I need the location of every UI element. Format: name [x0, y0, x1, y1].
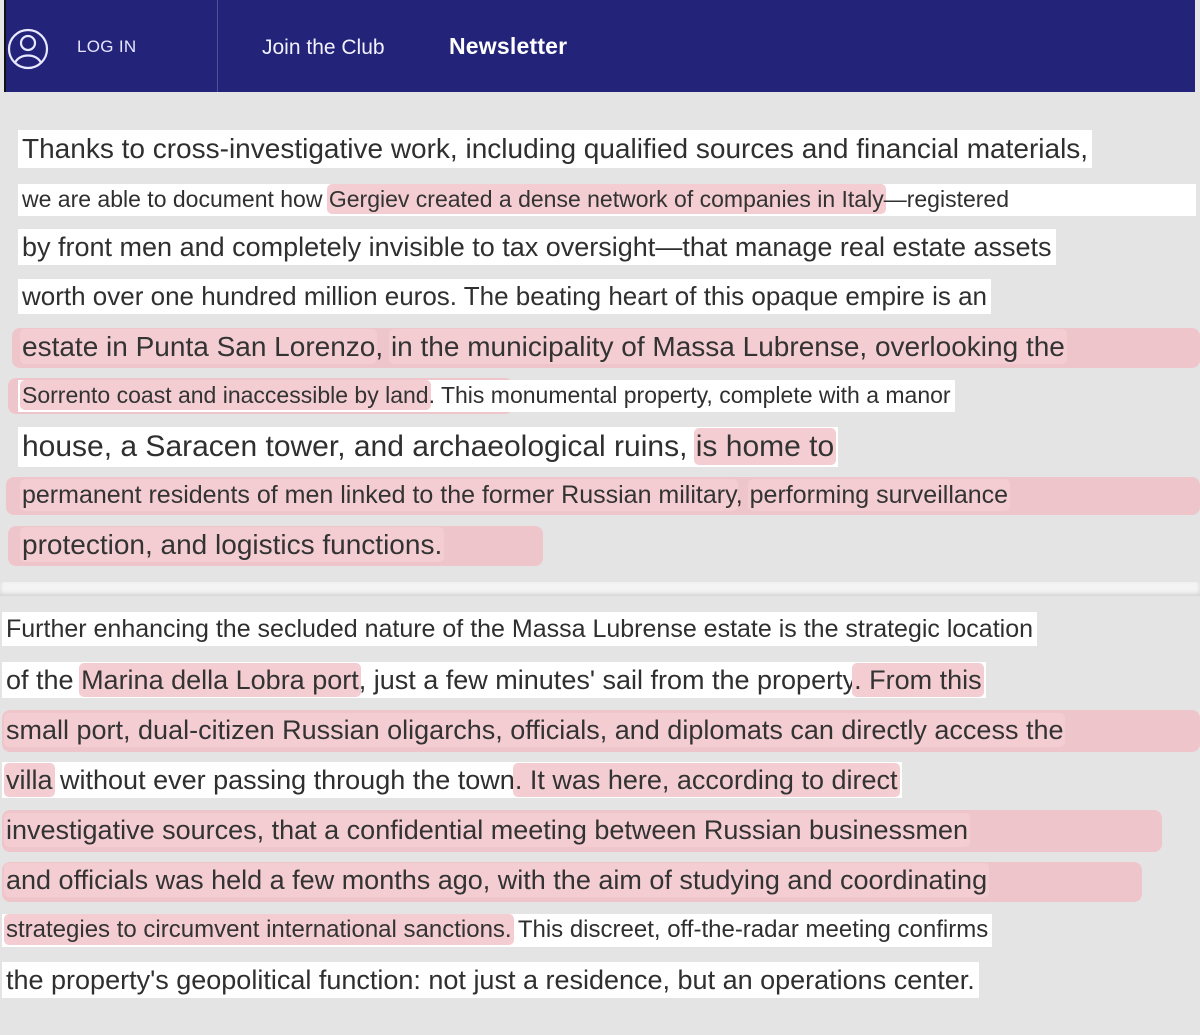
highlighted-text: villa: [6, 765, 53, 795]
line-text: ,: [735, 481, 750, 509]
line-text: , just a few minutes' sail from the prop…: [358, 665, 855, 695]
text-line: house, a Saracen tower, and archaeologic…: [18, 427, 839, 467]
text-line: small port, dual-citizen Russian oligarc…: [2, 712, 1200, 748]
user-icon[interactable]: [7, 26, 49, 72]
article-excerpt-bottom: Further enhancing the secluded nature of…: [0, 596, 1200, 1035]
header-divider: [217, 0, 218, 92]
line-text: . This monumental property, complete wit…: [428, 382, 951, 408]
highlighted-text: is home to: [695, 430, 835, 463]
text-line: Thanks to cross-investigative work, incl…: [18, 130, 1093, 168]
join-club-link[interactable]: Join the Club: [262, 36, 385, 60]
line-text: This discreet, off-the-radar meeting con…: [511, 916, 989, 943]
highlighted-text: performing surveillance: [749, 481, 1009, 509]
line-text: Thanks to cross-investigative work, incl…: [22, 133, 1089, 164]
line-text: house, a Saracen tower, and archaeologic…: [22, 430, 696, 463]
highlighted-text: in the municipality of Massa Lubrense, o…: [390, 331, 1065, 362]
text-line: protection, and logistics functions.: [18, 526, 446, 564]
line-text: Further enhancing the secluded nature of…: [6, 615, 1034, 643]
highlighted-text: . It was here, according to direct: [514, 765, 898, 795]
text-line: worth over one hundred million euros. Th…: [18, 279, 991, 315]
panel-separator: [0, 582, 1200, 596]
highlighted-text: . From this: [854, 665, 982, 695]
text-line: of the Marina della Lobra port, just a f…: [2, 662, 986, 699]
highlighted-text: Sorrento coast and inaccessible by land: [22, 382, 429, 408]
line-text: the property's geopolitical function: no…: [6, 965, 975, 995]
line-text: of the: [6, 665, 82, 695]
login-link[interactable]: LOG IN: [77, 37, 136, 57]
site-header: LOG IN Join the Club Newsletter: [5, 0, 1195, 92]
highlighted-text: Marina della Lobra port: [81, 665, 359, 695]
highlighted-text: Gergiev created a dense network of compa…: [328, 186, 884, 212]
highlighted-text: small port, dual-citizen Russian oligarc…: [6, 715, 1064, 745]
highlighted-text: protection, and logistics functions.: [22, 529, 443, 560]
line-text: ,: [375, 331, 391, 362]
line-text: without ever passing through the town: [52, 765, 515, 795]
text-line: by front men and completely invisible to…: [18, 229, 1056, 266]
line-text: —registered: [883, 186, 1009, 212]
text-line: Further enhancing the secluded nature of…: [2, 612, 1038, 646]
text-line: villa without ever passing through the t…: [2, 762, 902, 799]
line-text: by front men and completely invisible to…: [22, 232, 1052, 262]
text-line: we are able to document how Gergiev crea…: [18, 184, 1196, 216]
highlighted-text: strategies to circumvent international s…: [6, 916, 512, 943]
highlighted-text: permanent residents of men linked to the…: [22, 481, 736, 509]
line-text: worth over one hundred million euros. Th…: [22, 281, 987, 311]
text-line: investigative sources, that a confidenti…: [2, 812, 972, 848]
text-line: strategies to circumvent international s…: [2, 914, 993, 947]
text-line: and officials was held a few months ago,…: [2, 862, 991, 898]
text-line: Sorrento coast and inaccessible by land.…: [18, 380, 955, 412]
line-text: we are able to document how: [22, 186, 329, 212]
highlighted-text: estate in Punta San Lorenzo: [22, 331, 376, 362]
highlighted-text: investigative sources, that a confidenti…: [6, 815, 969, 845]
newsletter-link[interactable]: Newsletter: [449, 33, 567, 60]
text-line: estate in Punta San Lorenzo, in the muni…: [18, 328, 1069, 366]
article-excerpt-top: Thanks to cross-investigative work, incl…: [0, 92, 1200, 582]
text-line: the property's geopolitical function: no…: [2, 962, 979, 999]
text-line: permanent residents of men linked to the…: [18, 478, 1012, 512]
highlighted-text: and officials was held a few months ago,…: [6, 865, 988, 895]
